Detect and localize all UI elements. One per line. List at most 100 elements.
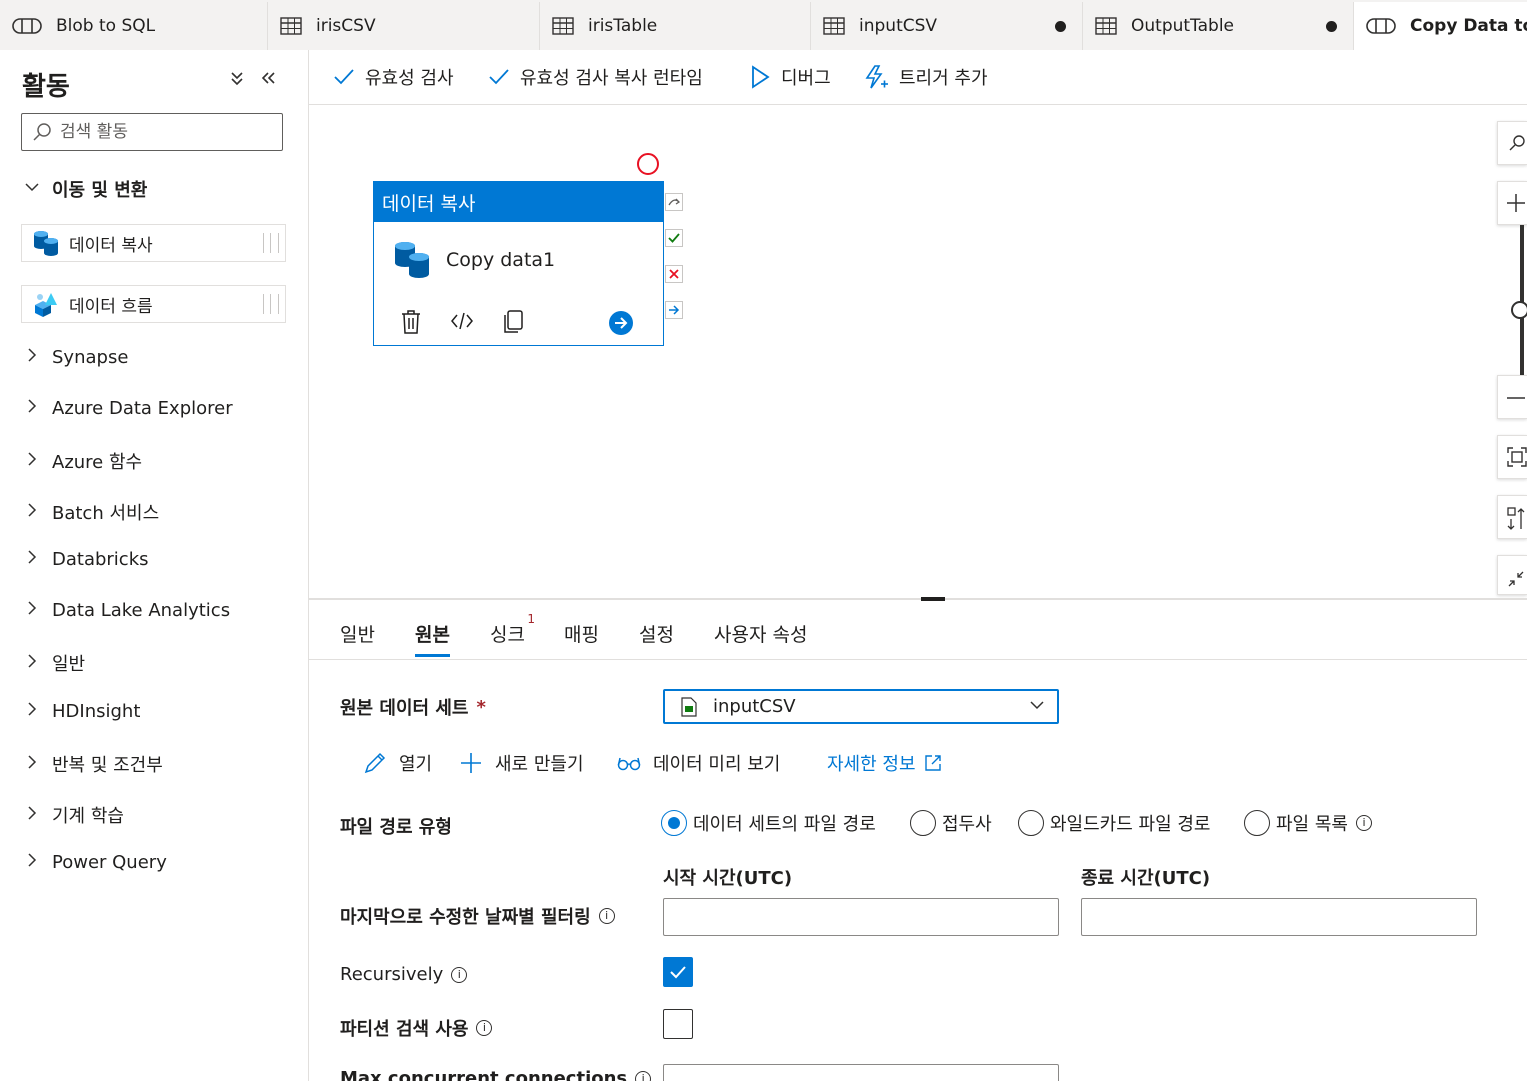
csv-file-icon	[681, 696, 697, 717]
debug-button[interactable]: 디버그	[749, 64, 831, 90]
chevron-right-icon	[24, 653, 42, 674]
info-icon[interactable]: i	[451, 966, 468, 983]
tab-settings[interactable]: 설정	[639, 620, 674, 647]
chevron-down-icon	[24, 179, 42, 200]
tab-sink[interactable]: 싱크 1	[490, 612, 535, 647]
group-move-transform[interactable]: 이동 및 변환	[24, 176, 147, 202]
group-machine-learning[interactable]: 기계 학습	[24, 802, 124, 828]
tab-general[interactable]: 일반	[340, 620, 375, 647]
zoom-in-button[interactable]	[1497, 181, 1527, 225]
filter-last-modified-text: 마지막으로 수정한 날짜별 필터링	[340, 907, 591, 928]
validate-runtime-label: 유효성 검사 복사 런타임	[520, 68, 703, 89]
on-success-port-icon[interactable]	[665, 229, 683, 247]
hide-panel-icon[interactable]	[260, 70, 276, 91]
document-tab-bar: Blob to SQL irisCSV irisTable inputCSV O…	[0, 0, 1527, 50]
tab-source[interactable]: 원본	[415, 620, 450, 657]
tab-copy-data-to[interactable]: Copy Data to	[1354, 2, 1527, 50]
radio-wildcard-file-path[interactable]: 와일드카드 파일 경로	[1018, 810, 1210, 836]
new-dataset-button[interactable]: 새로 만들기	[459, 750, 584, 776]
validate-label: 유효성 검사	[365, 68, 454, 89]
zoom-slider-track[interactable]	[1520, 225, 1524, 375]
debug-label: 디버그	[781, 68, 831, 89]
partition-discovery-checkbox[interactable]	[663, 1009, 693, 1039]
collapse-all-icon[interactable]	[229, 70, 245, 91]
copy-data-activity-node[interactable]: 데이터 복사 Copy data1	[373, 181, 664, 346]
on-skip-port-icon[interactable]	[665, 193, 683, 211]
pipeline-icon	[1366, 17, 1396, 34]
tab-blob-to-sql[interactable]: Blob to SQL	[0, 2, 268, 50]
collapse-canvas-button[interactable]	[1497, 555, 1527, 595]
activity-data-flow[interactable]: 데이터 흐름	[21, 285, 286, 323]
minus-icon	[1507, 397, 1525, 399]
pencil-icon	[364, 752, 386, 774]
drag-handle-icon[interactable]	[263, 294, 279, 314]
auto-align-button[interactable]	[1497, 495, 1527, 539]
canvas-search-button[interactable]	[1497, 121, 1527, 165]
radio-file-path-in-dataset[interactable]: 데이터 세트의 파일 경로	[661, 810, 876, 836]
collapse-arrows-icon	[1508, 571, 1524, 587]
code-icon[interactable]	[450, 311, 474, 331]
max-concurrent-connections-input[interactable]	[663, 1064, 1059, 1081]
tab-iriscsv[interactable]: irisCSV	[268, 2, 540, 50]
zoom-slider-thumb[interactable]	[1511, 301, 1527, 319]
zoom-out-button[interactable]	[1497, 375, 1527, 419]
fit-to-screen-icon	[1507, 447, 1527, 467]
group-databricks[interactable]: Databricks	[24, 549, 149, 570]
group-synapse[interactable]: Synapse	[24, 347, 128, 368]
validate-button[interactable]: 유효성 검사	[333, 64, 454, 90]
copy-data-icon	[395, 241, 429, 278]
zoom-to-fit-button[interactable]	[1497, 435, 1527, 479]
activity-search-input[interactable]	[60, 122, 260, 142]
info-icon[interactable]: i	[1355, 815, 1372, 831]
group-azure-functions[interactable]: Azure 함수	[24, 448, 142, 474]
chevron-right-icon	[24, 347, 42, 368]
chevron-right-icon	[24, 549, 42, 570]
source-dataset-dropdown[interactable]: inputCSV	[663, 689, 1059, 724]
chevron-right-icon	[24, 701, 42, 722]
preview-data-button[interactable]: 데이터 미리 보기	[617, 750, 780, 776]
search-icon	[33, 123, 51, 141]
tab-mapping[interactable]: 매핑	[564, 620, 599, 647]
radio-prefix[interactable]: 접두사	[910, 810, 992, 836]
drag-handle-icon[interactable]	[263, 233, 279, 253]
on-failure-port-icon[interactable]	[665, 265, 683, 283]
group-power-query[interactable]: Power Query	[24, 852, 167, 873]
radio-file-list[interactable]: 파일 목록 i	[1244, 810, 1372, 836]
search-icon	[1509, 135, 1525, 151]
group-general[interactable]: 일반	[24, 650, 85, 676]
open-dataset-button[interactable]: 열기	[363, 750, 432, 776]
add-trigger-button[interactable]: 트리거 추가	[863, 64, 988, 90]
group-data-lake-analytics[interactable]: Data Lake Analytics	[24, 600, 230, 621]
tab-outputtable[interactable]: OutputTable	[1083, 2, 1354, 50]
learn-more-link[interactable]: 자세한 정보	[827, 750, 954, 776]
arrow-right-circle-icon[interactable]	[608, 310, 634, 336]
recursively-checkbox[interactable]	[663, 957, 693, 987]
group-hdinsight[interactable]: HDInsight	[24, 701, 140, 722]
group-batch-service[interactable]: Batch 서비스	[24, 499, 159, 525]
radio-indicator	[910, 810, 936, 836]
info-icon[interactable]: i	[635, 1070, 652, 1081]
end-time-input[interactable]	[1081, 898, 1477, 936]
validate-copy-runtime-button[interactable]: 유효성 검사 복사 런타임	[488, 64, 703, 90]
activities-panel: 활동 이동 및 변환 데이터 복사 데이터 흐름 Synapse Azure D…	[0, 50, 309, 1081]
activity-search-box[interactable]	[21, 113, 283, 151]
tab-user-properties[interactable]: 사용자 속성	[714, 620, 807, 647]
play-icon	[752, 65, 770, 89]
group-azure-data-explorer[interactable]: Azure Data Explorer	[24, 398, 233, 419]
add-trigger-label: 트리거 추가	[899, 68, 988, 89]
pipeline-canvas[interactable]: 데이터 복사 Copy data1	[309, 105, 1527, 598]
info-icon[interactable]: i	[598, 908, 615, 924]
new-label: 새로 만들기	[495, 754, 584, 775]
tab-label: Blob to SQL	[56, 16, 156, 36]
start-time-input[interactable]	[663, 898, 1059, 936]
tab-inputcsv[interactable]: inputCSV	[811, 2, 1083, 50]
tab-iristable[interactable]: irisTable	[540, 2, 811, 50]
delete-icon[interactable]	[400, 309, 422, 335]
clone-icon[interactable]	[502, 309, 524, 335]
on-completion-port-icon[interactable]	[665, 301, 683, 319]
group-label: Power Query	[52, 852, 167, 873]
group-iteration-conditionals[interactable]: 반복 및 조건부	[24, 751, 163, 777]
info-icon[interactable]: i	[476, 1020, 493, 1036]
partition-discovery-text: 파티션 검색 사용	[340, 1019, 469, 1040]
activity-copy-data[interactable]: 데이터 복사	[21, 224, 286, 262]
